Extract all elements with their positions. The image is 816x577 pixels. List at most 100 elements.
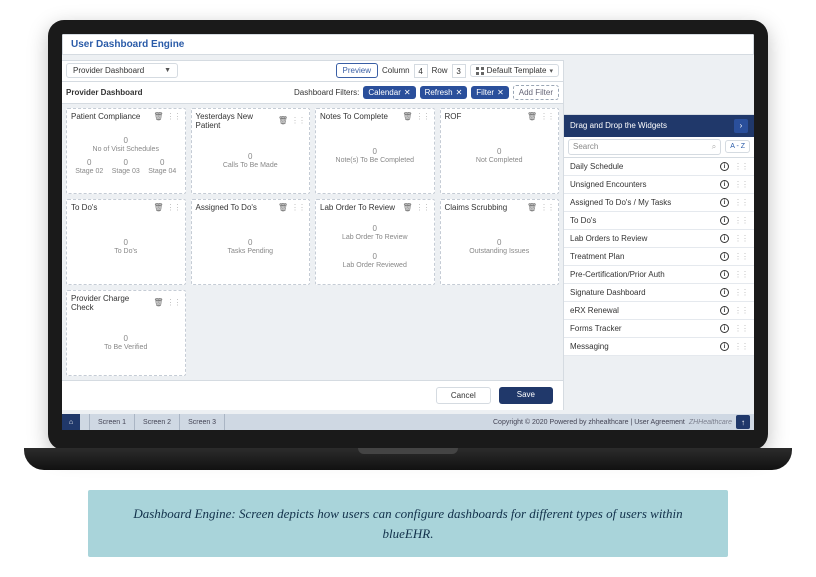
info-icon[interactable]: i <box>720 198 729 207</box>
widget-list-item[interactable]: Treatment Plan i ⋮⋮ <box>564 248 754 266</box>
drag-handle-icon[interactable]: ⋮⋮ <box>167 203 181 212</box>
app-title: User Dashboard Engine <box>71 39 184 50</box>
info-icon[interactable]: i <box>720 234 729 243</box>
drag-handle-icon[interactable]: ⋮⋮ <box>734 198 748 207</box>
card-title: ROF <box>445 112 462 121</box>
drag-handle-icon[interactable]: ⋮⋮ <box>734 288 748 297</box>
brand-text: ZHHealthcare <box>689 419 732 426</box>
close-icon[interactable]: ✕ <box>456 88 463 97</box>
info-icon[interactable]: i <box>720 324 729 333</box>
drag-handle-icon[interactable]: ⋮⋮ <box>734 324 748 333</box>
trash-icon[interactable]: 🗑 <box>527 112 537 121</box>
status-tab[interactable]: Screen 2 <box>135 414 180 430</box>
dashboard-card[interactable]: Assigned To Do's 🗑 ⋮⋮ 0Tasks Pending <box>191 199 311 285</box>
status-tab[interactable]: Screen 3 <box>180 414 225 430</box>
widget-list-item[interactable]: Assigned To Do's / My Tasks i ⋮⋮ <box>564 194 754 212</box>
search-icon: ⌕ <box>712 142 716 152</box>
dashboard-card[interactable]: Claims Scrubbing 🗑 ⋮⋮ 0Outstanding Issue… <box>440 199 560 285</box>
widget-search-input[interactable]: Search ⌕ <box>568 139 721 155</box>
widget-list-item[interactable]: Messaging i ⋮⋮ <box>564 338 754 356</box>
widget-item-label: Lab Orders to Review <box>570 234 647 243</box>
trash-icon[interactable]: 🗑 <box>153 298 163 307</box>
info-icon[interactable]: i <box>720 342 729 351</box>
info-icon[interactable]: i <box>720 252 729 261</box>
filter-chip-refresh[interactable]: Refresh✕ <box>420 86 468 99</box>
trash-icon[interactable]: 🗑 <box>153 203 163 212</box>
drag-handle-icon[interactable]: ⋮⋮ <box>734 234 748 243</box>
widget-item-label: Daily Schedule <box>570 162 623 171</box>
filter-chip-calendar[interactable]: Calendar✕ <box>363 86 415 99</box>
sort-az-button[interactable]: A - Z <box>725 140 750 153</box>
trash-icon[interactable]: 🗑 <box>278 203 288 212</box>
home-button[interactable]: ⌂ <box>62 414 80 430</box>
drag-handle-icon[interactable]: ⋮⋮ <box>291 116 305 125</box>
widget-list-item[interactable]: Daily Schedule i ⋮⋮ <box>564 158 754 176</box>
widget-list-item[interactable]: Forms Tracker i ⋮⋮ <box>564 320 754 338</box>
widget-list-item[interactable]: Unsigned Encounters i ⋮⋮ <box>564 176 754 194</box>
card-stat: 0Stage 04 <box>144 156 180 178</box>
drag-handle-icon[interactable]: ⋮⋮ <box>734 252 748 261</box>
drag-handle-icon[interactable]: ⋮⋮ <box>416 112 430 121</box>
info-icon[interactable]: i <box>720 162 729 171</box>
drag-handle-icon[interactable]: ⋮⋮ <box>734 270 748 279</box>
status-tab[interactable]: Screen 1 <box>90 414 135 430</box>
widget-item-label: Messaging <box>570 342 609 351</box>
widget-list-item[interactable]: Lab Orders to Review i ⋮⋮ <box>564 230 754 248</box>
widget-item-label: Signature Dashboard <box>570 288 646 297</box>
drag-handle-icon[interactable]: ⋮⋮ <box>291 203 305 212</box>
card-title: Claims Scrubbing <box>445 203 508 212</box>
card-stat: 0Stage 02 <box>71 156 107 178</box>
drag-handle-icon[interactable]: ⋮⋮ <box>416 203 430 212</box>
drag-handle-icon[interactable]: ⋮⋮ <box>167 112 181 121</box>
row-input[interactable]: 3 <box>452 64 466 78</box>
card-stat: 0Outstanding Issues <box>465 236 533 258</box>
template-selector[interactable]: Default Template ▾ <box>470 64 559 77</box>
add-filter-button[interactable]: Add Filter <box>513 85 559 100</box>
card-stat: 0Note(s) To Be Completed <box>332 145 418 167</box>
filter-chip-filter[interactable]: Filter✕ <box>471 86 508 99</box>
info-icon[interactable]: i <box>720 180 729 189</box>
widget-list-item[interactable]: eRX Renewal i ⋮⋮ <box>564 302 754 320</box>
dashboard-card[interactable]: Lab Order To Review 🗑 ⋮⋮ 0Lab Order To R… <box>315 199 435 285</box>
card-title: Assigned To Do's <box>196 203 257 212</box>
info-icon[interactable]: i <box>720 288 729 297</box>
drag-handle-icon[interactable]: ⋮⋮ <box>167 298 181 307</box>
widget-list-item[interactable]: Pre-Certification/Prior Auth i ⋮⋮ <box>564 266 754 284</box>
close-icon[interactable]: ✕ <box>404 88 411 97</box>
trash-icon[interactable]: 🗑 <box>153 112 163 121</box>
cancel-button[interactable]: Cancel <box>436 387 491 404</box>
dashboard-card[interactable]: To Do's 🗑 ⋮⋮ 0To Do's <box>66 199 186 285</box>
card-stat: 0To Do's <box>110 236 141 258</box>
column-input[interactable]: 4 <box>414 64 428 78</box>
card-stat: 0Calls To Be Made <box>219 150 282 172</box>
drag-handle-icon[interactable]: ⋮⋮ <box>540 112 554 121</box>
drag-handle-icon[interactable]: ⋮⋮ <box>734 180 748 189</box>
dashboard-card[interactable]: Patient Compliance 🗑 ⋮⋮ 0No of Visit Sch… <box>66 108 186 194</box>
save-button[interactable]: Save <box>499 387 553 404</box>
widget-list-item[interactable]: To Do's i ⋮⋮ <box>564 212 754 230</box>
close-icon[interactable]: ✕ <box>497 88 504 97</box>
trash-icon[interactable]: 🗑 <box>402 112 412 121</box>
drag-handle-icon[interactable]: ⋮⋮ <box>734 216 748 225</box>
trash-icon[interactable]: 🗑 <box>527 203 537 212</box>
info-icon[interactable]: i <box>720 270 729 279</box>
drag-handle-icon[interactable]: ⋮⋮ <box>734 342 748 351</box>
trash-icon[interactable]: 🗑 <box>402 203 412 212</box>
trash-icon[interactable]: 🗑 <box>278 116 288 125</box>
row-label: Row <box>432 66 448 75</box>
preview-button[interactable]: Preview <box>336 63 378 78</box>
drag-handle-icon[interactable]: ⋮⋮ <box>540 203 554 212</box>
dashboard-card[interactable]: Yesterdays New Patient 🗑 ⋮⋮ 0Calls To Be… <box>191 108 311 194</box>
drag-handle-icon[interactable]: ⋮⋮ <box>734 306 748 315</box>
info-icon[interactable]: i <box>720 306 729 315</box>
widget-panel-expand-button[interactable]: › <box>734 119 748 133</box>
dashboard-card[interactable]: Provider Charge Check 🗑 ⋮⋮ 0To Be Verifi… <box>66 290 186 376</box>
dashboard-card[interactable]: ROF 🗑 ⋮⋮ 0Not Completed <box>440 108 560 194</box>
info-icon[interactable]: i <box>720 216 729 225</box>
help-button[interactable]: ↑ <box>736 415 750 429</box>
dashboard-card[interactable]: Notes To Complete 🗑 ⋮⋮ 0Note(s) To Be Co… <box>315 108 435 194</box>
drag-handle-icon[interactable]: ⋮⋮ <box>734 162 748 171</box>
card-stat: 0No of Visit Schedules <box>89 134 163 156</box>
widget-list-item[interactable]: Signature Dashboard i ⋮⋮ <box>564 284 754 302</box>
dashboard-selector[interactable]: Provider Dashboard ▼ <box>66 63 178 78</box>
